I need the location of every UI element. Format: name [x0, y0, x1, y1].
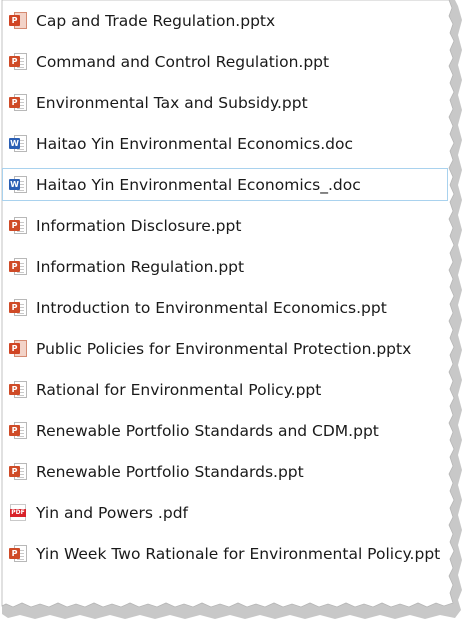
file-name: Introduction to Environmental Economics.… [36, 298, 387, 317]
pdf-icon: PDF [9, 503, 27, 522]
powerpoint-ppt-icon: P [9, 298, 27, 317]
file-name: Yin and Powers .pdf [36, 503, 188, 522]
file-list-item[interactable]: P Public Policies for Environmental Prote… [2, 332, 448, 365]
powerpoint-ppt-icon: P [9, 380, 27, 399]
file-name: Renewable Portfolio Standards and CDM.pp… [36, 421, 379, 440]
file-list-item[interactable]: P Introduction to Environmental Economics… [2, 291, 448, 324]
powerpoint-ppt-icon: P [9, 462, 27, 481]
powerpoint-pptx-icon: P [9, 339, 27, 358]
file-list-item[interactable]: P Environmental Tax and Subsidy.ppt [2, 86, 448, 119]
file-name: Haitao Yin Environmental Economics.doc [36, 134, 354, 153]
file-name: Environmental Tax and Subsidy.ppt [36, 93, 308, 112]
file-list-item[interactable]: P Information Regulation.ppt [2, 250, 448, 283]
file-name: Command and Control Regulation.ppt [36, 52, 330, 71]
file-list-item[interactable]: PDF Yin and Powers .pdf [2, 496, 448, 529]
powerpoint-ppt-icon: P [9, 544, 27, 563]
word-doc-icon: W [9, 175, 27, 194]
powerpoint-ppt-icon: P [9, 421, 27, 440]
powerpoint-ppt-icon: P [9, 52, 27, 71]
file-list-item[interactable]: W Haitao Yin Environmental Economics_.doc [2, 168, 448, 201]
file-list-item[interactable]: P Renewable Portfolio Standards.ppt [2, 455, 448, 488]
word-doc-icon: W [9, 134, 27, 153]
file-list-item[interactable]: P Renewable Portfolio Standards and CDM.p… [2, 414, 448, 447]
file-list-item[interactable]: P Information Disclosure.ppt [2, 209, 448, 242]
file-list-item[interactable]: P Yin Week Two Rationale for Environmenta… [2, 537, 448, 570]
file-list-screenshot: P Cap and Trade Regulation.pptx P Command a… [0, 0, 463, 620]
file-list-item[interactable]: W Haitao Yin Environmental Economics.doc [2, 127, 448, 160]
file-list-item[interactable]: P Cap and Trade Regulation.pptx [2, 4, 448, 37]
file-name: Cap and Trade Regulation.pptx [36, 11, 276, 30]
powerpoint-ppt-icon: P [9, 257, 27, 276]
powerpoint-ppt-icon: P [9, 216, 27, 235]
file-list-item[interactable]: P Rational for Environmental Policy.ppt [2, 373, 448, 406]
powerpoint-ppt-icon: P [9, 93, 27, 112]
file-name: Public Policies for Environmental Protec… [36, 339, 412, 358]
file-name: Haitao Yin Environmental Economics_.doc [36, 175, 361, 194]
file-name: Yin Week Two Rationale for Environmental… [36, 544, 441, 563]
powerpoint-pptx-icon: P [9, 11, 27, 30]
file-list-item[interactable]: P Command and Control Regulation.ppt [2, 45, 448, 78]
file-name: Information Regulation.ppt [36, 257, 245, 276]
file-name: Renewable Portfolio Standards.ppt [36, 462, 304, 481]
file-name: Rational for Environmental Policy.ppt [36, 380, 322, 399]
file-name: Information Disclosure.ppt [36, 216, 242, 235]
